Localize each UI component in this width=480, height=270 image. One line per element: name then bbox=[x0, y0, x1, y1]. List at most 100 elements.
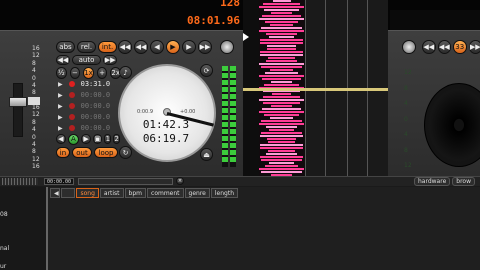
forward-fast-icon[interactable]: ▶▶ bbox=[198, 40, 212, 54]
speed-half-button[interactable]: ½ bbox=[56, 67, 67, 79]
waveform-bar bbox=[259, 111, 304, 113]
right-platter[interactable] bbox=[424, 83, 480, 167]
prev-icon[interactable]: ◀ bbox=[56, 134, 66, 144]
sidebar-item[interactable]: ur bbox=[0, 263, 6, 270]
pitch-tick: 8 bbox=[404, 146, 408, 154]
pitch-tick: 0 bbox=[32, 133, 36, 141]
forward-fast-icon[interactable]: ▶▶ bbox=[468, 40, 480, 54]
pitch-tick: 0 bbox=[32, 74, 36, 82]
waveform-bar bbox=[264, 21, 299, 23]
cue-row[interactable]: ▶ 03:31.0 bbox=[58, 80, 118, 88]
column-sort-icon[interactable]: ◀ bbox=[50, 188, 60, 198]
waveform-bar bbox=[269, 24, 294, 26]
close-icon[interactable]: × bbox=[176, 177, 184, 185]
time-input[interactable]: 00:00.00 bbox=[44, 178, 74, 185]
meter-led bbox=[222, 143, 228, 148]
cue-row[interactable]: ▶ 00:00.0 bbox=[58, 91, 118, 99]
tab-hardware[interactable]: hardware bbox=[414, 177, 451, 186]
pitch-tick: 12 bbox=[404, 69, 412, 76]
waveform-bar bbox=[261, 171, 302, 173]
nav-right-icon[interactable]: ▶▶ bbox=[103, 55, 117, 65]
cue-time: 03:31.0 bbox=[80, 80, 111, 88]
tab-abs[interactable]: abs bbox=[56, 41, 75, 53]
meter-led bbox=[222, 129, 228, 134]
speed-row: ½ − 1x + 2x bbox=[56, 67, 121, 79]
cue-marker-icon[interactable] bbox=[68, 92, 75, 98]
rewind-icon[interactable]: ◀◀ bbox=[437, 40, 451, 54]
pitch-tick: 12 bbox=[32, 155, 40, 163]
a-button[interactable]: A bbox=[67, 133, 80, 145]
eject-icon[interactable]: ⏏ bbox=[200, 148, 213, 161]
waveform-bar bbox=[263, 102, 300, 104]
platter-label-right: +0.00 bbox=[180, 109, 196, 115]
meter-led bbox=[230, 101, 236, 106]
knob-icon[interactable] bbox=[402, 40, 416, 54]
auto-button[interactable]: auto bbox=[71, 55, 102, 65]
right-transport: ◀◀ ◀◀ 33 ▶▶ bbox=[422, 40, 480, 54]
waveform-bar bbox=[268, 57, 295, 59]
tab-browser[interactable]: brow bbox=[452, 177, 475, 186]
scrubber[interactable] bbox=[78, 178, 173, 185]
rewind-fast-icon[interactable]: ◀◀ bbox=[422, 40, 436, 54]
cue-marker-icon[interactable] bbox=[68, 114, 75, 120]
gain-slider-track[interactable] bbox=[13, 83, 23, 137]
knob-icon[interactable] bbox=[220, 40, 234, 54]
cue-marker-icon[interactable] bbox=[68, 81, 75, 87]
browser-panel bbox=[0, 187, 480, 270]
meter-led bbox=[230, 94, 236, 99]
back-icon[interactable]: ◀ bbox=[150, 40, 164, 54]
loop-in-button[interactable]: in bbox=[56, 147, 70, 158]
loop-size-1[interactable]: 1 bbox=[104, 134, 112, 144]
save-icon[interactable]: ▣ bbox=[92, 134, 103, 144]
cue-row[interactable]: ▶ 00:00.0 bbox=[58, 113, 118, 121]
column-blank[interactable] bbox=[61, 188, 76, 198]
sidebar-item[interactable]: nal bbox=[0, 245, 9, 252]
meter-led bbox=[230, 122, 236, 127]
sync-icon[interactable]: ⟳ bbox=[200, 64, 213, 77]
pitch-tick: 12 bbox=[404, 162, 412, 169]
column-length[interactable]: length bbox=[210, 188, 238, 198]
loop-button[interactable]: loop bbox=[94, 147, 118, 158]
clock-readout: 08:01.96 bbox=[187, 14, 240, 27]
waveform-bar bbox=[267, 48, 296, 50]
loop-out-button[interactable]: out bbox=[72, 147, 92, 158]
waveform-bar bbox=[259, 135, 304, 137]
pitch-tick: 16 bbox=[32, 104, 40, 111]
cue-row[interactable]: ▶ 00:00.0 bbox=[58, 124, 118, 132]
sidebar-item[interactable]: 08 bbox=[0, 211, 8, 218]
cue-time: 00:00.0 bbox=[80, 91, 111, 99]
note-icon[interactable]: ♪ bbox=[119, 66, 132, 79]
speed-1x-button[interactable]: 1x bbox=[83, 67, 94, 79]
nav-left-icon[interactable]: ◀◀ bbox=[56, 55, 70, 65]
forward-icon[interactable]: ▶ bbox=[182, 40, 196, 54]
plus-icon[interactable]: + bbox=[96, 67, 108, 79]
loop-size-2[interactable]: 2 bbox=[113, 134, 120, 144]
pitch-tick: 4 bbox=[32, 140, 36, 148]
minus-icon[interactable]: − bbox=[69, 67, 81, 79]
playhead-line bbox=[243, 88, 388, 91]
cue-marker-icon[interactable] bbox=[68, 103, 75, 109]
tab-rel[interactable]: rel. bbox=[77, 41, 96, 53]
meter-led bbox=[222, 115, 228, 120]
cue-marker-icon[interactable] bbox=[68, 125, 75, 131]
play-icon[interactable]: ▶ bbox=[166, 40, 180, 54]
column-song[interactable]: song bbox=[76, 188, 99, 198]
waveform-bar bbox=[260, 132, 303, 134]
waveform-bar bbox=[266, 153, 297, 155]
pitch-tick: 16 bbox=[32, 163, 40, 170]
gain-slider-handle[interactable] bbox=[9, 97, 27, 107]
rpm-33-button[interactable]: 33 bbox=[453, 40, 467, 54]
tab-int[interactable]: int. bbox=[98, 41, 117, 53]
column-bpm[interactable]: bpm bbox=[124, 188, 147, 198]
meter-led bbox=[230, 87, 236, 92]
column-artist[interactable]: artist bbox=[99, 188, 124, 198]
rewind-fast-icon[interactable]: ◀◀ bbox=[118, 40, 132, 54]
reverse-icon[interactable]: ↻ bbox=[119, 146, 132, 159]
waveform-bar bbox=[264, 72, 298, 74]
rewind-icon[interactable]: ◀◀ bbox=[134, 40, 148, 54]
column-genre[interactable]: genre bbox=[184, 188, 210, 198]
column-comment[interactable]: comment bbox=[147, 188, 184, 198]
cue-time: 00:00.0 bbox=[80, 124, 111, 132]
cue-row[interactable]: ▶ 00:00.0 bbox=[58, 102, 118, 110]
next-icon[interactable]: ▶ bbox=[81, 134, 91, 144]
